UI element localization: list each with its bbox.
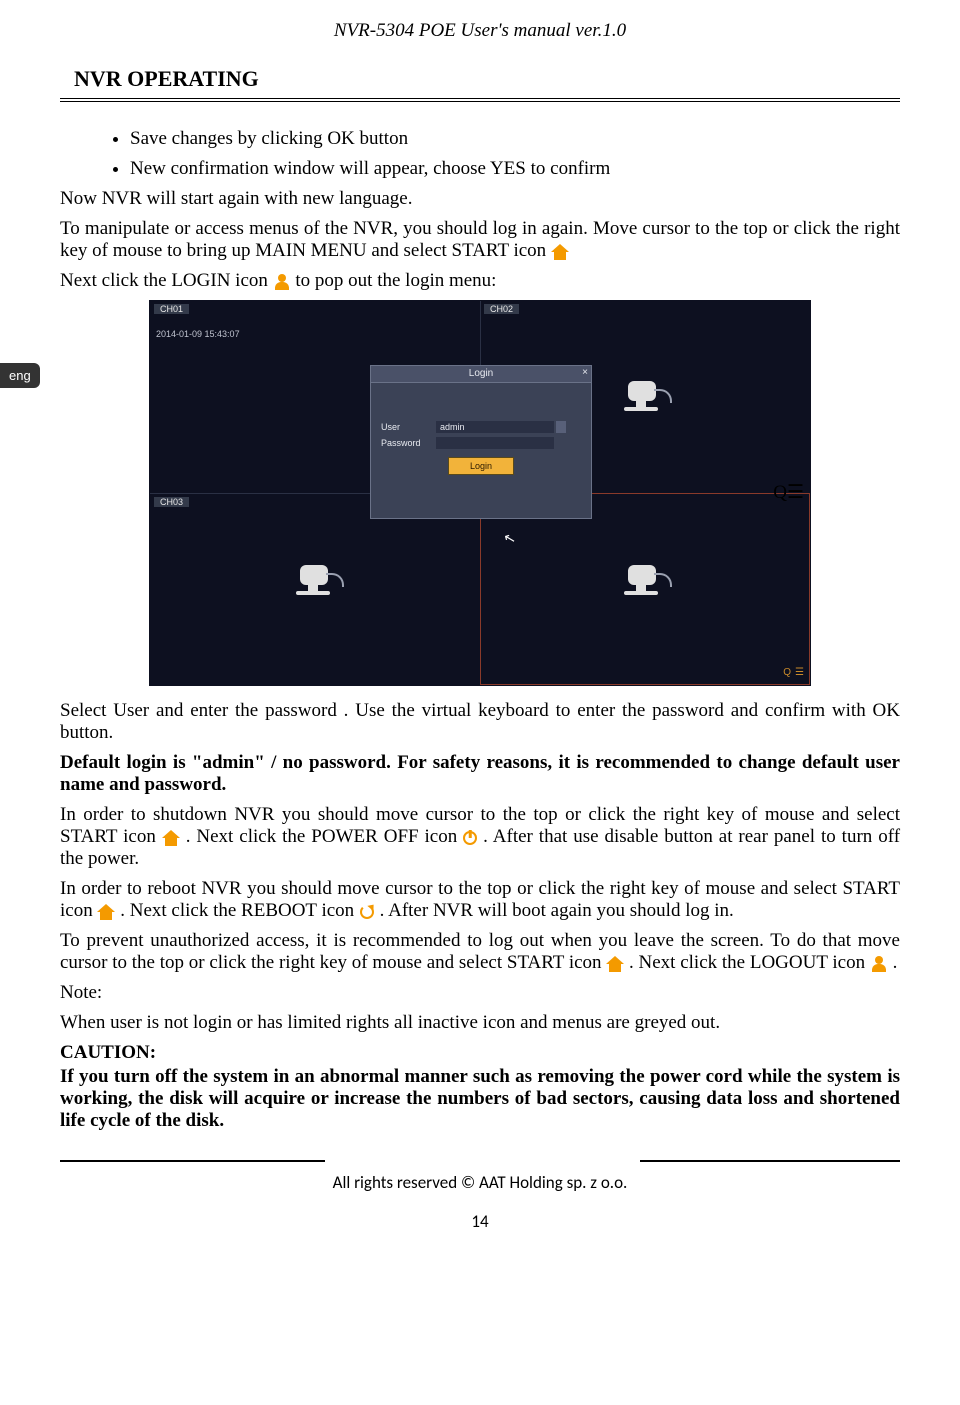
section-title: NVR OPERATING <box>74 66 900 92</box>
text-segment: . Next click the REBOOT icon <box>120 900 359 921</box>
footer-copyright: All rights reserved © AAT Holding sp. z … <box>60 1172 900 1193</box>
channel-label-ch02: CH02 <box>484 304 519 314</box>
bullet-save-changes: Save changes by clicking OK button <box>130 128 900 150</box>
para-default-login: Default login is "admin" / no password. … <box>60 752 900 796</box>
note-text: When user is not login or has limited ri… <box>60 1012 900 1034</box>
logout-person-icon <box>870 956 888 972</box>
user-label: User <box>381 422 436 432</box>
channel-label-ch03: CH03 <box>154 497 189 507</box>
search-icons-row: Q☰ <box>773 481 804 504</box>
footer-divider <box>60 1152 900 1172</box>
text-segment: . After NVR will boot again you should l… <box>380 900 734 921</box>
user-field[interactable]: admin <box>436 421 554 433</box>
login-dialog-title: Login <box>371 366 591 383</box>
home-icon <box>551 244 569 260</box>
note-label: Note: <box>60 982 900 1004</box>
text-segment: To manipulate or access menus of the NVR… <box>60 218 900 261</box>
para-logout: To prevent unauthorized access, it is re… <box>60 930 900 974</box>
camera-icon <box>612 563 672 597</box>
camera-icon <box>612 379 672 413</box>
power-off-icon <box>463 831 477 845</box>
home-icon <box>606 956 624 972</box>
reboot-icon <box>359 905 375 919</box>
caution-label: CAUTION: <box>60 1042 900 1064</box>
para-shutdown: In order to shutdown NVR you should move… <box>60 804 900 870</box>
para-login-instructions: To manipulate or access menus of the NVR… <box>60 218 900 262</box>
language-tab: eng <box>0 363 40 388</box>
para-restart: Now NVR will start again with new langua… <box>60 188 900 210</box>
password-label: Password <box>381 438 436 448</box>
channel-label-ch01: CH01 <box>154 304 189 314</box>
user-dropdown-icon[interactable] <box>556 421 566 433</box>
password-field[interactable] <box>436 437 554 449</box>
doc-header: NVR-5304 POE User's manual ver.1.0 <box>60 20 900 42</box>
para-login-icon: Next click the LOGIN icon to pop out the… <box>60 270 900 292</box>
login-dialog: Login × User admin Password Login <box>370 365 592 519</box>
search-icons-row: Q☰ <box>779 659 804 681</box>
text-segment: Next click the LOGIN icon <box>60 270 273 291</box>
section-divider <box>60 98 900 102</box>
text-segment: . Next click the LOGOUT icon <box>629 952 870 973</box>
login-screenshot: CH01 CH02 CH03 2014-01-09 15:43:07 Login… <box>149 300 811 686</box>
close-icon[interactable]: × <box>582 367 588 378</box>
para-select-user: Select User and enter the password . Use… <box>60 700 900 744</box>
home-icon <box>97 904 115 920</box>
home-icon <box>162 830 180 846</box>
camera-icon <box>284 563 344 597</box>
text-segment: to pop out the login menu: <box>295 270 496 291</box>
timestamp-label: 2014-01-09 15:43:07 <box>156 329 240 339</box>
para-reboot: In order to reboot NVR you should move c… <box>60 878 900 922</box>
login-person-icon <box>273 274 291 290</box>
login-button[interactable]: Login <box>448 457 514 475</box>
text-segment: . Next click the POWER OFF icon <box>186 826 463 847</box>
page-number: 14 <box>60 1211 900 1232</box>
text-segment: . <box>893 952 898 973</box>
caution-text: If you turn off the system in an abnorma… <box>60 1066 900 1132</box>
bullet-confirmation: New confirmation window will appear, cho… <box>130 158 900 180</box>
